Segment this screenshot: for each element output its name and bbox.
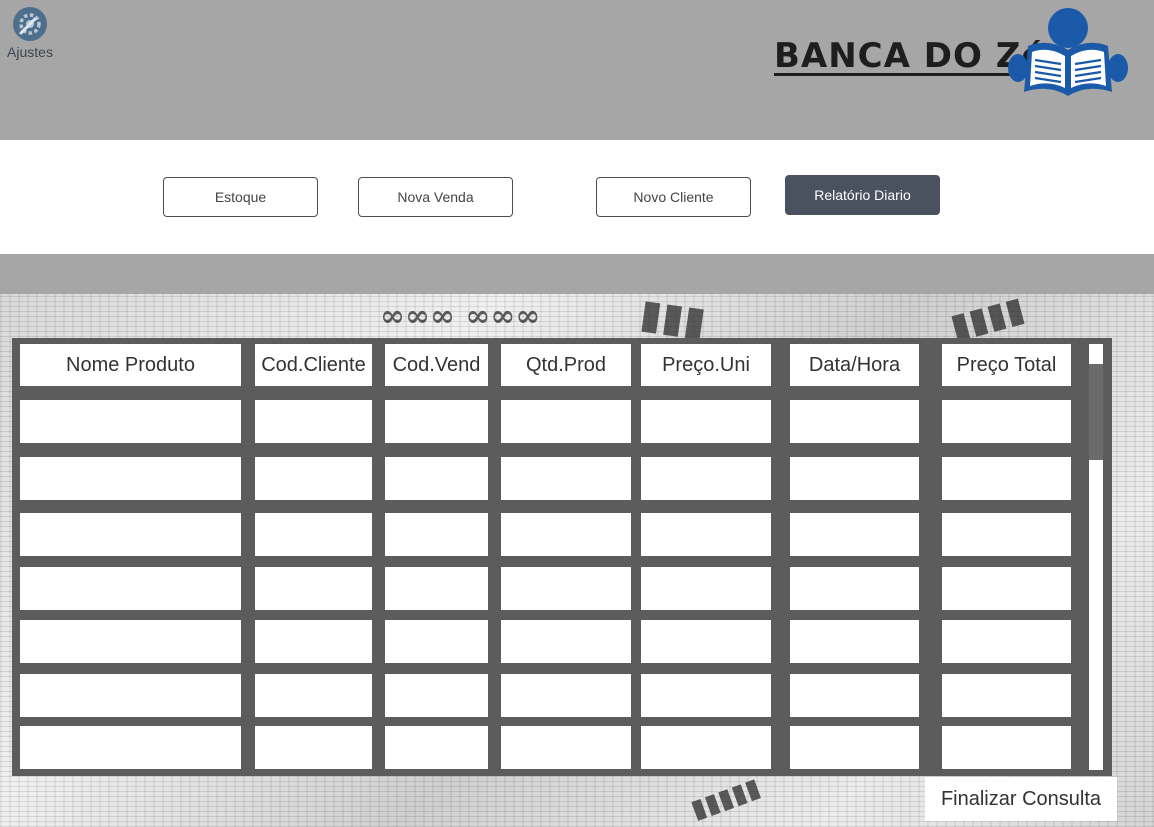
finalizar-consulta-button[interactable]: Finalizar Consulta [925,777,1117,821]
table-cell[interactable] [255,674,372,717]
table-cell[interactable] [641,567,771,610]
table-cell[interactable] [255,620,372,663]
table-cell[interactable] [790,726,919,769]
table-cell[interactable] [942,620,1071,663]
table-cell[interactable] [20,457,241,500]
table-cell[interactable] [501,674,631,717]
table-cell[interactable] [385,513,488,556]
table-cell[interactable] [790,567,919,610]
table-cell[interactable] [20,513,241,556]
table-cell[interactable] [255,726,372,769]
column-header: Nome Produto [20,344,241,386]
table-cell[interactable] [942,457,1071,500]
column-header: Cod.Vend [385,344,488,386]
table-cell[interactable] [641,674,771,717]
table-cell[interactable] [255,457,372,500]
table-cell[interactable] [255,567,372,610]
table-cell[interactable] [942,400,1071,443]
navigation-bar: Estoque Nova Venda Novo Cliente Relatóri… [0,140,1154,254]
table-cell[interactable] [20,400,241,443]
column-header: Preço Total [942,344,1071,386]
table-cell[interactable] [255,400,372,443]
table-cell[interactable] [385,620,488,663]
table-cell[interactable] [20,567,241,610]
table-cell[interactable] [385,726,488,769]
top-header: Ajustes BANCA DO Zé [0,0,1154,140]
table-cell[interactable] [501,513,631,556]
table-cell[interactable] [790,457,919,500]
table-cell[interactable] [501,567,631,610]
table-cell[interactable] [790,513,919,556]
novo-cliente-button[interactable]: Novo Cliente [596,177,751,217]
brand-title: BANCA DO Zé [774,36,1046,76]
table-cell[interactable] [501,457,631,500]
background-newspaper-print: ▮▮▮▮▮ [687,772,765,826]
column-header: Preço.Uni [641,344,771,386]
gear-wrench-icon [13,7,47,41]
column-header: Qtd.Prod [501,344,631,386]
column-header: Data/Hora [790,344,919,386]
table-cell[interactable] [20,674,241,717]
scrollbar-thumb[interactable] [1089,364,1103,460]
table-cell[interactable] [385,457,488,500]
table-cell[interactable] [501,400,631,443]
table-cell[interactable] [942,726,1071,769]
table-cell[interactable] [942,513,1071,556]
table-cell[interactable] [501,726,631,769]
table-cell[interactable] [641,457,771,500]
table-cell[interactable] [385,400,488,443]
table-cell[interactable] [790,400,919,443]
relatorio-diario-button[interactable]: Relatório Diario [785,175,940,215]
table-cell[interactable] [641,726,771,769]
table-cell[interactable] [385,567,488,610]
reading-person-icon [1008,8,1128,96]
divider-band [0,254,1154,294]
table-cell[interactable] [942,567,1071,610]
table-cell[interactable] [641,400,771,443]
column-header: Cod.Cliente [255,344,372,386]
table-cell[interactable] [20,726,241,769]
settings-label: Ajustes [7,44,53,60]
estoque-button[interactable]: Estoque [163,177,318,217]
table-cell[interactable] [942,674,1071,717]
table-cell[interactable] [790,620,919,663]
nova-venda-button[interactable]: Nova Venda [358,177,513,217]
table-cell[interactable] [790,674,919,717]
settings-button[interactable]: Ajustes [4,6,56,66]
table-cell[interactable] [385,674,488,717]
table-cell[interactable] [501,620,631,663]
background-newspaper-print: ∞∞∞ ∞∞∞ [380,300,541,335]
table-cell[interactable] [641,513,771,556]
table-cell[interactable] [255,513,372,556]
table-cell[interactable] [20,620,241,663]
table-cell[interactable] [641,620,771,663]
